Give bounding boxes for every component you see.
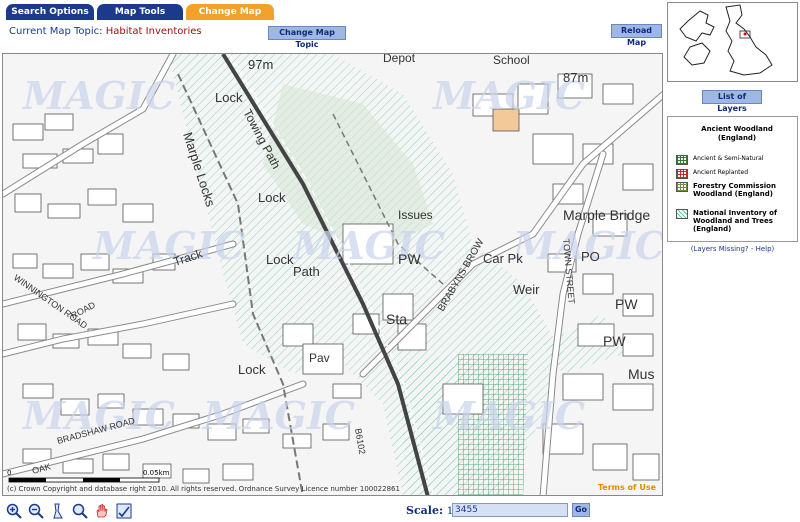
map-label: School (493, 54, 530, 67)
scale-label: Scale: 1: (406, 504, 457, 517)
zoom-extent-icon[interactable] (72, 503, 88, 519)
change-topic-button[interactable]: Change Map Topic (268, 26, 346, 49)
scale-label-text: Scale: (406, 504, 444, 517)
legend-swatch (676, 182, 688, 192)
pan-hand-icon[interactable] (94, 503, 110, 519)
legend-swatch (676, 209, 688, 219)
tab-change-map-topic[interactable]: Change Map Topic (186, 4, 274, 33)
map-label: Issues (398, 208, 433, 222)
map-label: Lock (266, 252, 294, 267)
current-topic: Current Map Topic: Habitat Inventories (9, 26, 202, 37)
layers-missing-help-link[interactable]: (Layers Missing? - Help) (667, 245, 798, 253)
legend-label: Ancient & Semi-Natural (693, 155, 764, 162)
legend-label: Forestry Commission Woodland (England) (693, 182, 776, 198)
list-of-layers-button[interactable]: List of Layers (702, 90, 762, 113)
map-label: 87m (563, 70, 588, 85)
map-label: Mus (628, 366, 654, 382)
legend-swatch (676, 169, 688, 179)
map-label: Depot (383, 54, 416, 65)
tab-search-options[interactable]: Search Options (6, 4, 94, 20)
map-canvas[interactable]: MAGIC MAGIC MAGIC MAGIC MAGIC MAGIC MAGI… (2, 53, 663, 496)
tab-map-tools[interactable]: Map Tools (97, 4, 183, 20)
magic-watermark: MAGIC (201, 393, 355, 438)
legend-heading: Ancient Woodland (England) (701, 125, 773, 142)
magic-watermark: MAGIC (291, 223, 445, 268)
current-topic-label: Current Map Topic: (9, 26, 103, 37)
go-button[interactable]: Go (572, 503, 590, 517)
magic-watermark: MAGIC (431, 73, 585, 118)
map-label: Lock (238, 362, 266, 377)
reload-map-button[interactable]: Reload Map (611, 24, 662, 47)
scale-bar-start: 0 (7, 469, 11, 477)
map-label: Lock (258, 190, 286, 205)
map-label: Marple Bridge (563, 207, 650, 223)
map-label: Car Pk (483, 251, 523, 266)
magic-map-viewer: Search Options Map Tools Change Map Topi… (0, 0, 800, 522)
terms-of-use-link[interactable]: Terms of Use (598, 483, 656, 492)
legend-label: Ancient Replanted (693, 169, 749, 176)
map-label: Sta (386, 311, 407, 327)
legend-label: National Inventory of Woodland and Trees… (693, 209, 778, 233)
current-topic-value: Habitat Inventories (105, 26, 202, 37)
magic-watermark: MAGIC (91, 223, 245, 268)
legend-panel: Ancient Woodland (England) Ancient & Sem… (667, 116, 798, 242)
map-label: PO (581, 249, 600, 264)
overview-map[interactable] (667, 2, 798, 82)
map-label: Weir (513, 282, 540, 297)
zoom-in-icon[interactable] (6, 503, 22, 519)
map-label: Path (293, 264, 320, 279)
map-label: 97m (248, 57, 273, 72)
magic-watermark: MAGIC (431, 393, 585, 438)
map-label: PW (615, 296, 638, 312)
copyright-notice: (c) Crown Copyright and database right 2… (7, 485, 400, 493)
scale-input[interactable]: 3455 (452, 503, 568, 517)
measure-icon[interactable] (50, 503, 66, 519)
map-label: PW (603, 333, 626, 349)
zoom-out-icon[interactable] (28, 503, 44, 519)
legend-swatch (676, 155, 688, 165)
os-grid-icon[interactable] (116, 503, 132, 519)
magic-watermark: MAGIC (21, 73, 175, 118)
map-label: PW (398, 251, 421, 267)
map-label: Lock (215, 90, 243, 105)
scale-bar-end: 0.05km (143, 469, 170, 477)
map-label: Pav (309, 351, 330, 365)
